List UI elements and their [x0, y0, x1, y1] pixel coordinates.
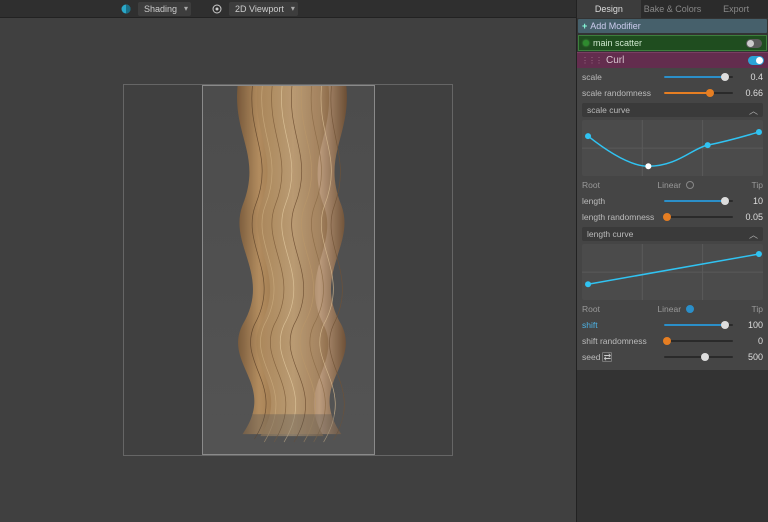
curl-toggle[interactable]: [748, 56, 764, 65]
side-tabs: Design Bake & Colors Export: [577, 0, 768, 18]
linear-radio[interactable]: [686, 181, 694, 189]
scale-curve-editor[interactable]: [582, 120, 763, 176]
visibility-dot-icon: [583, 40, 589, 46]
tab-bake-colors[interactable]: Bake & Colors: [641, 0, 705, 18]
length-randomness-row: length randomness 0.05: [582, 210, 763, 224]
app-root: Shading 2D Viewport: [0, 0, 768, 522]
length-randomness-slider[interactable]: [664, 211, 733, 223]
shift-randomness-slider[interactable]: [664, 335, 733, 347]
length-curve-axis: Root Linear Tip: [582, 302, 763, 316]
scatter-header[interactable]: main scatter: [578, 35, 767, 51]
linear-radio[interactable]: [686, 305, 694, 313]
scatter-name: main scatter: [593, 38, 642, 48]
add-modifier-button[interactable]: + Add Modifier: [578, 19, 767, 33]
scale-curve-header[interactable]: scale curve︿: [582, 103, 763, 117]
scatter-toggle[interactable]: [746, 39, 762, 48]
main-area: Shading 2D Viewport: [0, 0, 576, 522]
length-curve-editor[interactable]: [582, 244, 763, 300]
tab-export[interactable]: Export: [704, 0, 768, 18]
scale-slider[interactable]: [664, 71, 733, 83]
randomize-seed-icon[interactable]: ⇄: [602, 352, 612, 362]
curl-panel-body: scale 0.4 scale randomness 0.66 scale cu…: [577, 68, 768, 370]
plus-icon: +: [582, 21, 587, 31]
hair-preview-card: [202, 85, 375, 455]
length-curve-header[interactable]: length curve︿: [582, 227, 763, 241]
scale-randomness-row: scale randomness 0.66: [582, 86, 763, 100]
scale-curve-axis: Root Linear Tip: [582, 178, 763, 192]
tab-design[interactable]: Design: [577, 0, 641, 18]
drag-handle-icon[interactable]: ⋮⋮⋮: [581, 56, 602, 65]
shading-icon: [120, 3, 132, 15]
shift-slider[interactable]: [664, 319, 733, 331]
chevron-up-icon: ︿: [749, 228, 758, 241]
top-toolbar: Shading 2D Viewport: [0, 0, 576, 18]
viewport-select[interactable]: 2D Viewport: [229, 2, 298, 16]
shift-randomness-row: shift randomness 0: [582, 334, 763, 348]
length-row: length 10: [582, 194, 763, 208]
viewport-frame: [123, 84, 453, 456]
scale-randomness-slider[interactable]: [664, 87, 733, 99]
chevron-up-icon: ︿: [749, 104, 758, 117]
curl-panel-header[interactable]: ⋮⋮⋮ Curl: [577, 52, 768, 68]
viewport[interactable]: [0, 18, 576, 522]
length-slider[interactable]: [664, 195, 733, 207]
scale-row: scale 0.4: [582, 70, 763, 84]
shading-mode-select[interactable]: Shading: [138, 2, 191, 16]
curl-title: Curl: [606, 55, 624, 66]
seed-slider[interactable]: [664, 351, 733, 363]
shift-row: shift 100: [582, 318, 763, 332]
side-panel: Design Bake & Colors Export + Add Modifi…: [576, 0, 768, 522]
seed-row: seed⇄ 500: [582, 350, 763, 364]
viewport-icon: [211, 3, 223, 15]
